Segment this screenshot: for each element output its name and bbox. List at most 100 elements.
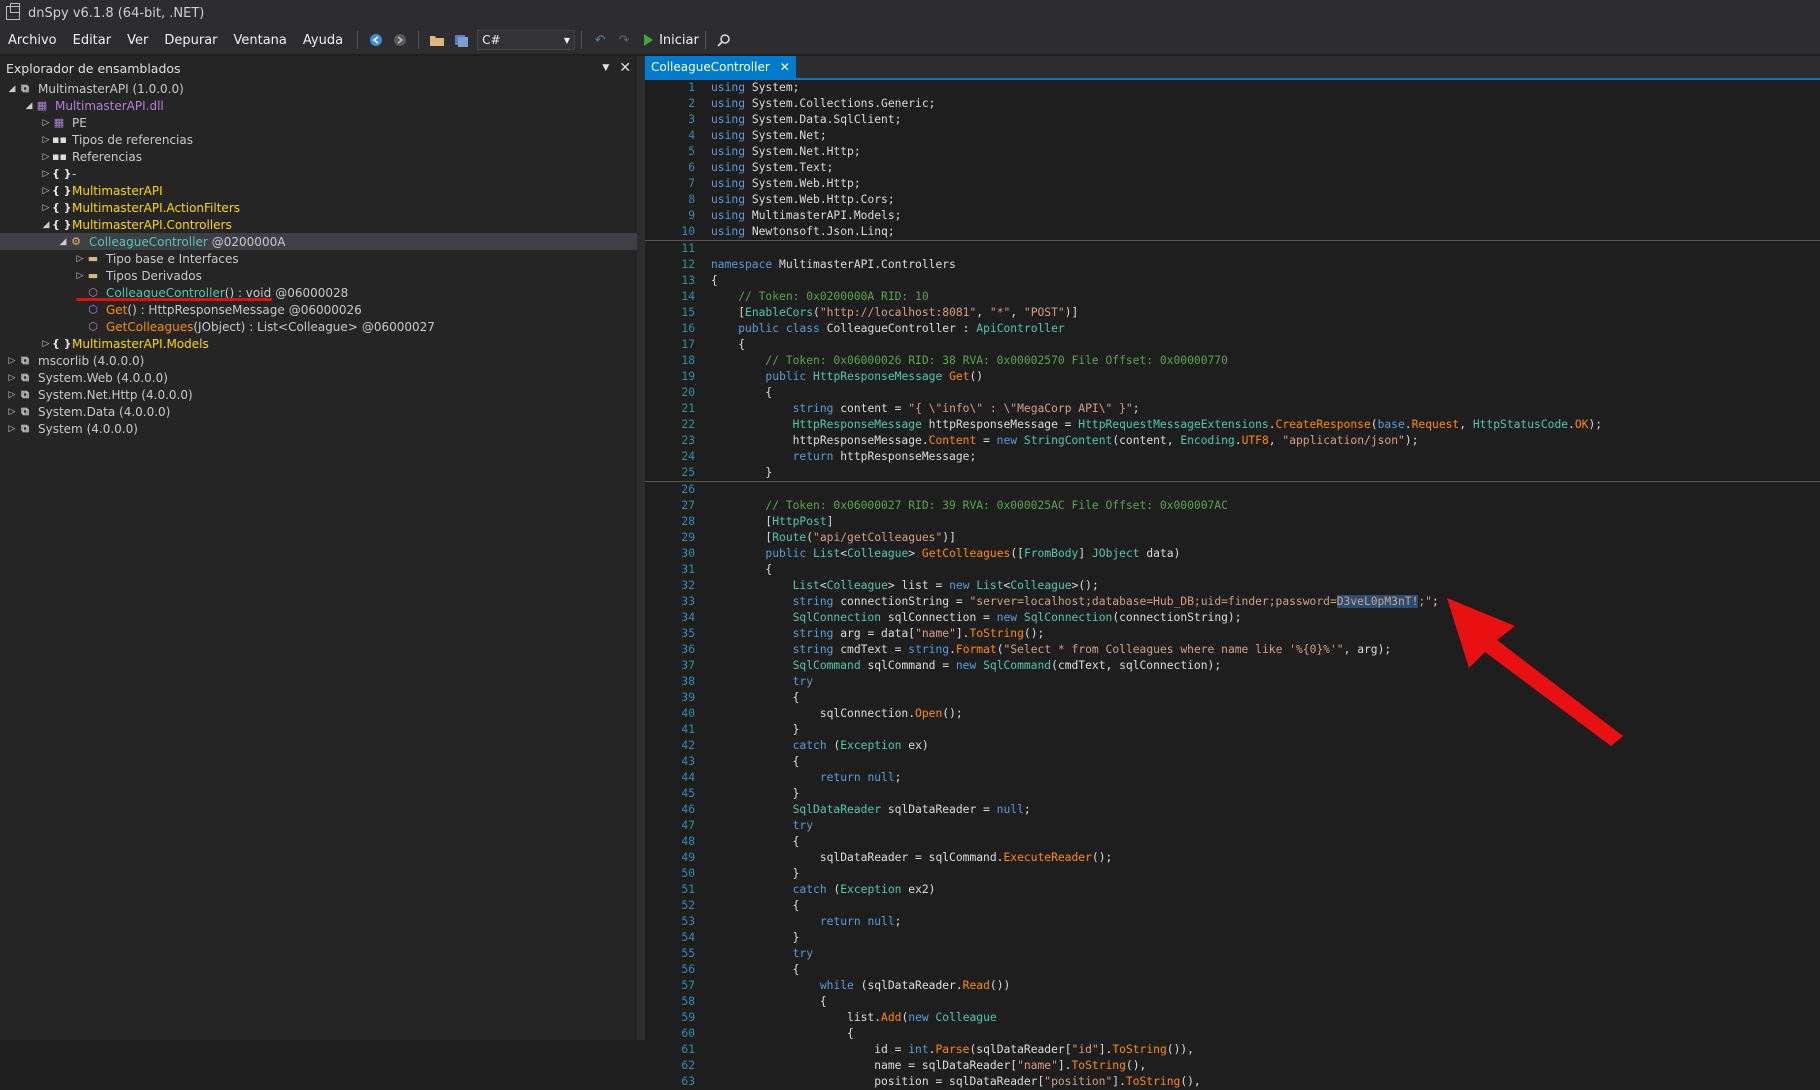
close-icon[interactable]: ✕ [619,60,631,76]
code-view[interactable]: 1 using System; 2 using System.Collections.… [645,80,1820,1088]
code-text: { [711,899,800,912]
menu-editar[interactable]: Editar [65,33,120,48]
navigate-back-icon[interactable] [366,30,386,50]
tree-item[interactable]: ▷ ⧉ mscorlib (4.0.0.0) [0,352,637,369]
tree-item[interactable]: ▷ ▬ Tipos Derivados [0,267,637,284]
tree-item[interactable]: ⬡ GetColleagues (JObject) : List<Colleague… [0,318,637,335]
collapsed-icon[interactable]: ▷ [40,339,52,349]
tree-item[interactable]: ▷ ⧉ System.Data (4.0.0.0) [0,403,637,420]
ref-icon: ▪▪ [52,133,67,146]
ns-icon: { } [52,218,72,231]
code-line: 16 public class ColleagueController : Ap… [645,321,1820,337]
menu-depurar[interactable]: Depurar [156,33,225,48]
tree-item[interactable]: ◢ ⚙ ColleagueController @0200000A [0,233,637,250]
menu-ventana[interactable]: Ventana [226,33,295,48]
code-text: return null; [819,915,902,928]
collapsed-icon[interactable]: ▷ [40,152,52,162]
save-all-icon[interactable] [451,30,471,50]
collapsed-icon[interactable]: ▷ [40,169,52,179]
navigate-forward-icon[interactable] [390,30,410,50]
language-select[interactable]: C# ▼ [477,30,576,50]
line-number: 2 [688,97,695,110]
menu-archivo[interactable]: Archivo [0,33,65,48]
tree-item[interactable]: ▷ ▪▪ Referencias [0,148,637,165]
expanded-icon[interactable]: ◢ [40,220,52,230]
tree-item-label: System.Web (4.0.0.0) [38,370,168,385]
collapsed-icon[interactable]: ▷ [6,373,18,383]
collapsed-icon[interactable]: ▷ [6,407,18,417]
menu-ver[interactable]: Ver [119,33,156,48]
toolbar-separator [581,31,583,49]
code-line: 6 using System.Text; [645,160,1820,176]
redo-icon[interactable]: ↷ [614,30,634,50]
code-line: 59 list.Add(new Colleague [645,1010,1820,1026]
code-text: try [792,947,814,960]
method-icon: ⬡ [88,303,98,316]
close-tab-icon[interactable]: ✕ [780,60,790,74]
tree-item[interactable]: ◢ ⧉ MultimasterAPI (1.0.0.0) [0,80,637,97]
code-line: 35 string arg = data["name"].ToString(); [645,626,1820,642]
collapsed-icon[interactable]: ▷ [40,186,52,196]
search-icon[interactable] [714,30,734,50]
collapsed-icon[interactable]: ▷ [74,254,86,264]
tree-item[interactable]: ▷ ⧉ System.Web (4.0.0.0) [0,369,637,386]
code-text: position = sqlDataReader["position"].ToS… [711,1075,1201,1088]
panel-splitter[interactable] [637,56,645,1040]
tree-item[interactable]: ▷ ▬ Tipo base e Interfaces [0,250,637,267]
red-arrow-annotation [1447,598,1623,746]
collapsed-icon[interactable]: ▷ [40,135,52,145]
tree-item[interactable]: ⬡ Get() : HttpResponseMessage @06000026 [0,301,637,318]
expanded-icon[interactable]: ◢ [6,84,18,94]
line-number: 29 [681,531,695,544]
code-line: 62 name = sqlDataReader["name"].ToString… [645,1058,1820,1074]
collapsed-icon[interactable]: ▷ [74,271,86,281]
tree-item[interactable]: ◢{ } MultimasterAPI.Controllers [0,216,637,233]
tab-colleague-controller[interactable]: ColleagueController ✕ [645,56,796,78]
collapsed-icon[interactable]: ▷ [6,424,18,434]
code-text: SqlCommand sqlCommand = new SqlCommand(c… [792,659,1222,672]
collapsed-icon[interactable]: ▷ [6,390,18,400]
code-text: { [711,995,827,1008]
dll-icon: ▦ [36,99,48,112]
menu-ayuda[interactable]: Ayuda [295,33,351,48]
expanded-icon[interactable]: ◢ [23,101,35,111]
collapsed-icon[interactable]: ▷ [6,356,18,366]
editor-tab-strip: ColleagueController ✕ [645,56,1820,80]
tree-item[interactable]: ▷{ } - [0,165,637,182]
assembly-tree[interactable]: ◢ ⧉ MultimasterAPI (1.0.0.0) ◢ ▦ MultimasterA… [0,80,637,437]
tree-item[interactable]: ▷ ⧉ System.Net.Http (4.0.0.0) [0,386,637,403]
expanded-icon[interactable]: ◢ [57,237,69,247]
title-bar: dnSpy v6.1.8 (64-bit, .NET) [0,0,1820,26]
tree-item[interactable]: ▷{ } MultimasterAPI.Models [0,335,637,352]
start-button[interactable]: Iniciar [644,33,699,48]
code-line: 38 try [645,674,1820,690]
code-line: 25 } [645,465,1820,482]
code-text: { [711,563,773,576]
code-line: 36 string cmdText = string.Format("Selec… [645,642,1820,658]
line-number: 55 [681,947,695,960]
collapsed-icon[interactable]: ▷ [40,203,52,213]
panel-menu-icon[interactable]: ▼ [602,63,609,73]
code-line: 37 SqlCommand sqlCommand = new SqlComman… [645,658,1820,674]
asm-icon: ⧉ [21,370,29,384]
tree-item[interactable]: ▷ ▦ PE [0,114,637,131]
toolbar-separator [357,31,359,49]
code-text: public List<Colleague> GetColleagues([Fr… [765,547,1181,560]
tree-item[interactable]: ▷ ⧉ System (4.0.0.0) [0,420,637,437]
undo-icon[interactable]: ↶ [590,30,610,50]
code-text: using System.Collections.Generic; [711,97,936,110]
open-file-icon[interactable] [427,30,447,50]
code-line: 18 // Token: 0x06000026 RID: 38 RVA: 0x0… [645,353,1820,369]
code-text: } [711,787,800,800]
code-text: { [711,691,800,704]
tree-item[interactable]: ▷ ▪▪ Tipos de referencias [0,131,637,148]
line-number: 12 [681,258,695,271]
tree-item[interactable]: ▷{ } MultimasterAPI.ActionFilters [0,199,637,216]
tree-item[interactable]: ◢ ▦ MultimasterAPI.dll [0,97,637,114]
code-text: SqlDataReader sqlDataReader = null; [792,803,1031,816]
code-text: return null; [819,771,902,784]
tree-item[interactable]: ▷{ } MultimasterAPI [0,182,637,199]
collapsed-icon[interactable]: ▷ [40,118,52,128]
tree-item-label: - [72,166,77,181]
tree-item-label: MultimasterAPI [72,183,163,198]
